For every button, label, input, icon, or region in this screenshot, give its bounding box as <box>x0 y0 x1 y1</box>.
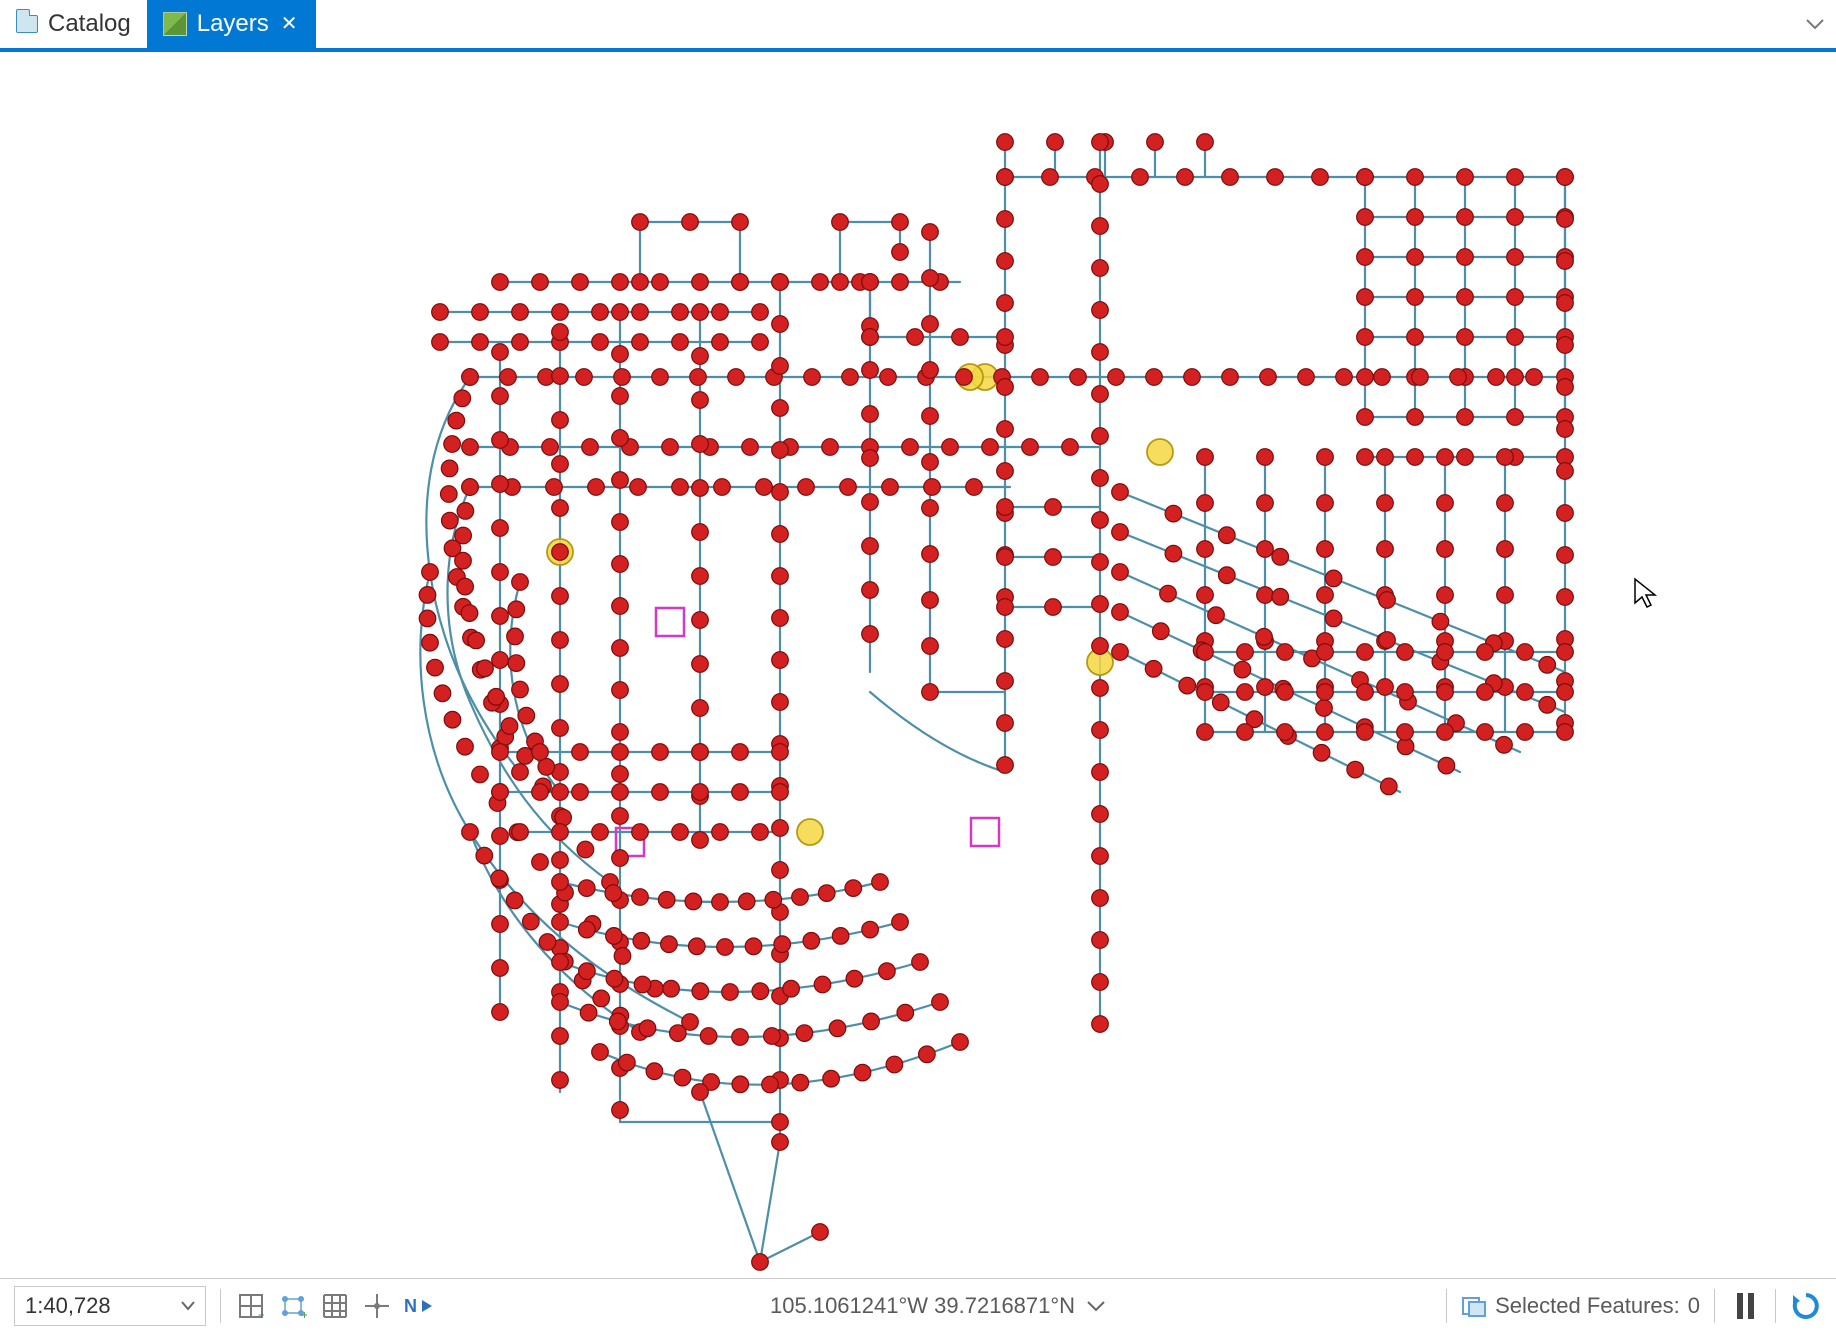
tab-strip: Catalog Layers ✕ <box>0 0 1836 52</box>
catalog-icon <box>16 15 38 33</box>
snapping-button[interactable]: + <box>235 1290 267 1322</box>
separator <box>1446 1289 1447 1323</box>
selection-icon <box>1461 1294 1487 1318</box>
refresh-button[interactable] <box>1790 1290 1822 1322</box>
selected-features-count: 0 <box>1688 1293 1700 1319</box>
inference-icon <box>364 1293 390 1319</box>
svg-text:+: + <box>258 1308 264 1319</box>
tab-layers[interactable]: Layers ✕ <box>147 0 316 48</box>
tab-catalog-label: Catalog <box>48 10 131 38</box>
grid-button[interactable] <box>319 1290 351 1322</box>
selection-status: Selected Features: 0 <box>1461 1293 1700 1319</box>
tab-layers-label: Layers <box>197 10 269 38</box>
constraints-icon: + <box>279 1293 307 1319</box>
status-bar: 1:40,728 + + <box>0 1278 1836 1332</box>
dynamic-button[interactable]: N <box>403 1290 435 1322</box>
separator <box>1775 1289 1776 1323</box>
network-layer <box>0 52 1836 1278</box>
separator <box>1714 1289 1715 1323</box>
selected-features-label: Selected Features: <box>1495 1293 1680 1319</box>
tab-overflow-button[interactable] <box>1794 0 1836 48</box>
tab-catalog[interactable]: Catalog <box>0 0 147 48</box>
dynamic-icon: N <box>404 1294 434 1318</box>
svg-text:N: N <box>404 1296 417 1316</box>
close-icon[interactable]: ✕ <box>279 14 300 34</box>
scale-combo[interactable]: 1:40,728 <box>14 1286 206 1326</box>
scale-value: 1:40,728 <box>25 1293 111 1319</box>
inference-button[interactable] <box>361 1290 393 1322</box>
editing-tools: + + N <box>235 1290 435 1322</box>
separator <box>220 1289 221 1323</box>
map-view[interactable] <box>0 52 1836 1278</box>
snapping-grid-icon: + <box>238 1293 264 1319</box>
chevron-down-icon <box>1087 1300 1105 1312</box>
grid-icon <box>322 1293 348 1319</box>
pause-draw-button[interactable] <box>1729 1290 1761 1322</box>
refresh-icon <box>1791 1291 1821 1321</box>
coordinates-value: 105.1061241°W 39.7216871°N <box>770 1293 1075 1319</box>
chevron-down-icon <box>181 1301 195 1311</box>
svg-text:+: + <box>301 1308 307 1319</box>
constraints-button[interactable]: + <box>277 1290 309 1322</box>
pause-icon <box>1737 1293 1754 1319</box>
layers-icon <box>163 12 187 36</box>
chevron-down-icon <box>1806 18 1824 30</box>
tabstrip-filler <box>316 0 1794 48</box>
coordinates-display[interactable]: 105.1061241°W 39.7216871°N <box>770 1293 1105 1319</box>
